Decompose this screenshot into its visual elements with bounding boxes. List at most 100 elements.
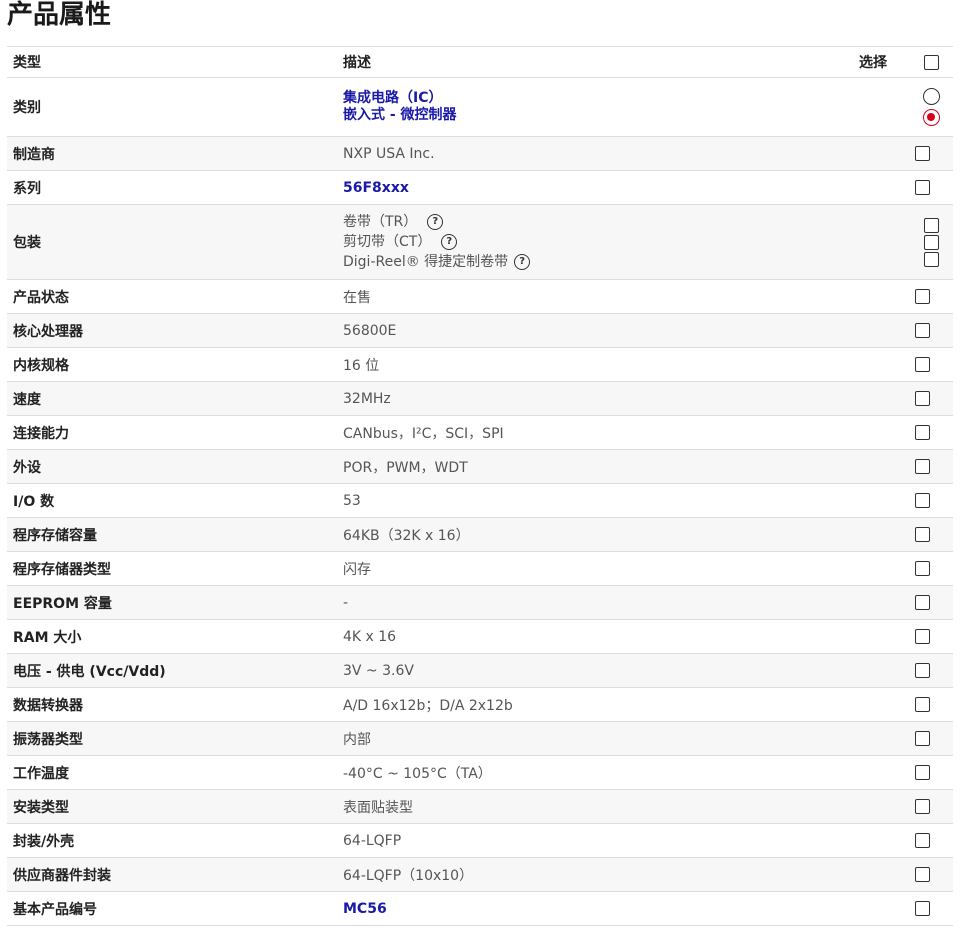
table-row: 制造商 NXP USA Inc. [7,136,953,171]
attr-name: 供应商器件封装 [7,857,337,892]
base-part-number-link[interactable]: MC56 [343,901,387,917]
attr-name: 安装类型 [7,789,337,824]
question-circle-icon[interactable]: ? [514,254,531,270]
attr-value: 表面贴装型 [337,789,909,824]
table-row: 外设 POR，PWM，WDT [7,449,953,484]
table-row: 电压 - 供电 (Vcc/Vdd) 3V ~ 3.6V [7,653,953,688]
row-checkbox[interactable] [915,867,930,882]
row-checkbox[interactable] [915,833,930,848]
row-checkbox[interactable] [915,459,930,474]
category-link-ic[interactable]: 集成电路（IC） [343,90,442,106]
attr-value: -40°C ~ 105°C（TA） [337,755,909,790]
table-row: 速度 32MHz [7,381,953,416]
attr-name: 类别 [7,77,337,137]
attr-value: A/D 16x12b；D/A 2x12b [337,687,909,722]
row-checkbox[interactable] [915,765,930,780]
attr-name: 包装 [7,204,337,280]
table-row: 工作温度 -40°C ~ 105°C（TA） [7,755,953,790]
attr-name: 速度 [7,381,337,416]
row-checkbox[interactable] [915,697,930,712]
attr-value: 在售 [337,279,909,314]
category-radio-mcu[interactable] [922,109,940,126]
table-row: 数据转换器 A/D 16x12b；D/A 2x12b [7,687,953,722]
attr-name: 电压 - 供电 (Vcc/Vdd) [7,653,337,688]
table-row: 程序存储容量 64KB（32K x 16） [7,517,953,552]
attr-value: 56800E [337,313,909,348]
table-row: RAM 大小 4K x 16 [7,619,953,654]
header-select: 选择 [853,46,909,78]
attr-name: 外设 [7,449,337,484]
attr-name: 程序存储器类型 [7,551,337,586]
attr-value: 64-LQFP [337,823,909,858]
header-type: 类型 [7,46,337,78]
table-row: 封装/外壳 64-LQFP [7,823,953,858]
row-checkbox[interactable] [915,731,930,746]
table-row: 振荡器类型 内部 [7,721,953,756]
table-header-row: 类型 描述 选择 [7,46,953,78]
table-row: 系列 56F8xxx [7,170,953,205]
row-checkbox[interactable] [915,595,930,610]
attr-name: 制造商 [7,136,337,171]
attr-value: 64KB（32K x 16） [337,517,909,552]
attr-value: 16 位 [337,347,909,382]
attr-value: POR，PWM，WDT [337,449,909,484]
table-row: 安装类型 表面贴装型 [7,789,953,824]
category-radio-ic[interactable] [922,88,940,105]
table-row: 内核规格 16 位 [7,347,953,382]
packaging-digireel-checkbox[interactable] [923,251,939,267]
attr-value: 64-LQFP（10x10） [337,857,909,892]
attr-name: 内核规格 [7,347,337,382]
question-circle-icon[interactable]: ? [441,234,458,250]
row-checkbox[interactable] [915,799,930,814]
row-checkbox[interactable] [915,180,930,195]
packaging-digireel: Digi-Reel® 得捷定制卷带 [343,254,509,270]
attr-name: 基本产品编号 [7,891,337,926]
attr-value: 内部 [337,721,909,756]
select-all-cell [909,46,953,78]
row-checkbox[interactable] [915,901,930,916]
row-checkbox[interactable] [915,663,930,678]
packaging-tr-checkbox[interactable] [923,217,939,233]
attr-value: NXP USA Inc. [337,136,909,171]
attr-value: 3V ~ 3.6V [337,653,909,688]
series-link[interactable]: 56F8xxx [343,180,409,196]
row-checkbox[interactable] [915,391,930,406]
attr-name: 核心处理器 [7,313,337,348]
table-row: 包装 卷带（TR）? 剪切带（CT）? Digi-Reel® 得捷定制卷带? [7,204,953,280]
attr-name: 程序存储容量 [7,517,337,552]
attr-name: RAM 大小 [7,619,337,654]
packaging-ct: 剪切带（CT） [343,234,432,250]
attr-name: 产品状态 [7,279,337,314]
packaging-tr: 卷带（TR） [343,214,418,230]
row-checkbox[interactable] [915,357,930,372]
attr-value: 闪存 [337,551,909,586]
attr-name: 连接能力 [7,415,337,450]
row-checkbox[interactable] [915,425,930,440]
row-checkbox[interactable] [915,561,930,576]
row-checkbox[interactable] [915,323,930,338]
table-row: 程序存储器类型 闪存 [7,551,953,586]
select-all-checkbox[interactable] [923,54,939,70]
attr-name: 数据转换器 [7,687,337,722]
table-row: 供应商器件封装 64-LQFP（10x10） [7,857,953,892]
table-row: EEPROM 容量 - [7,585,953,620]
row-checkbox[interactable] [915,493,930,508]
row-checkbox[interactable] [915,629,930,644]
attr-value: 集成电路（IC） 嵌入式 - 微控制器 [337,77,909,137]
product-attributes-table: 类型 描述 选择 类别 集成电路（IC） 嵌入式 - 微控制器 制造商 NXP … [7,46,953,926]
table-row: 类别 集成电路（IC） 嵌入式 - 微控制器 [7,77,953,137]
row-checkbox[interactable] [915,289,930,304]
table-row: 基本产品编号 MC56 [7,891,953,926]
attr-name: I/O 数 [7,483,337,518]
header-desc: 描述 [337,46,853,78]
table-row: 核心处理器 56800E [7,313,953,348]
row-checkbox[interactable] [915,146,930,161]
attr-value: CANbus，I²C，SCI，SPI [337,415,909,450]
category-link-mcu[interactable]: 嵌入式 - 微控制器 [343,107,457,123]
packaging-ct-checkbox[interactable] [923,234,939,250]
attr-value: - [337,585,909,620]
attr-value: 卷带（TR）? 剪切带（CT）? Digi-Reel® 得捷定制卷带? [337,204,909,280]
attr-name: EEPROM 容量 [7,585,337,620]
question-circle-icon[interactable]: ? [427,214,444,230]
row-checkbox[interactable] [915,527,930,542]
